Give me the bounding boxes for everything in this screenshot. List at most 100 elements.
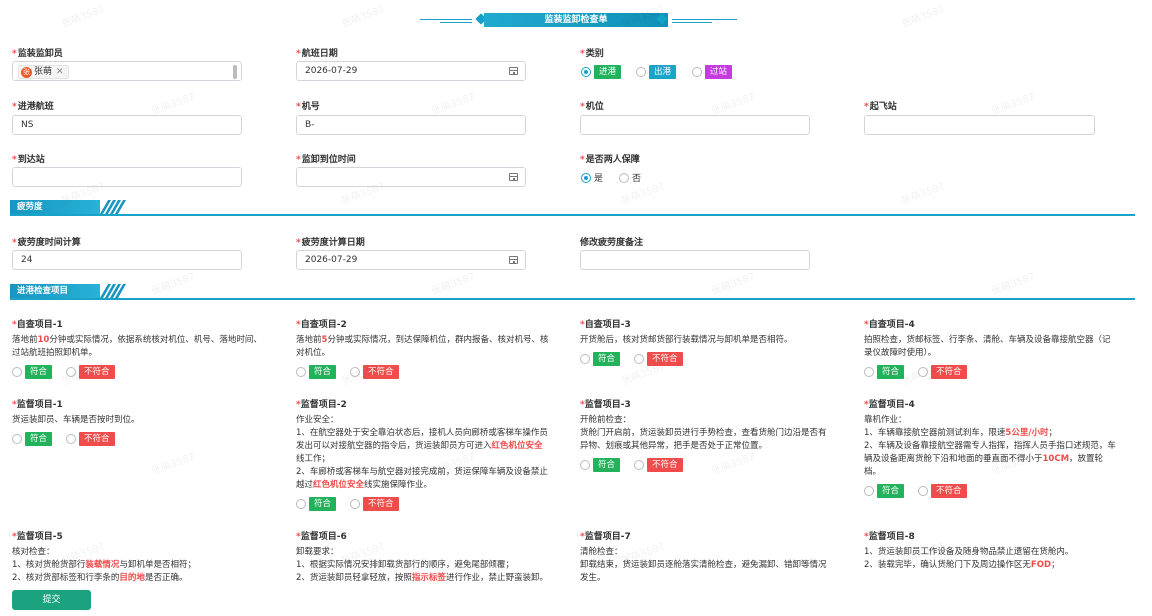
check-item-title: *监督项目-4 — [864, 400, 915, 410]
two-person-option-yes[interactable]: 是 — [581, 171, 603, 184]
fatigue-calc-value: 24 — [21, 255, 33, 265]
check-item-title: *监督项目-1 — [12, 400, 63, 410]
supervisor-label: *监装监卸员 — [12, 49, 63, 59]
calendar-icon[interactable] — [509, 256, 518, 264]
radio-icon[interactable] — [918, 367, 929, 377]
section-divider — [10, 214, 1135, 216]
check-item: *自查项目-1 落地前10分钟或实际情况，依据系统核对机位、机号、落地时间、 过站航… — [12, 317, 284, 379]
stand-input[interactable] — [580, 115, 810, 135]
stand-label: *机位 — [580, 102, 604, 112]
option-pass[interactable]: 符合 — [864, 365, 905, 379]
option-fail[interactable]: 不符合 — [66, 432, 115, 446]
radio-icon[interactable] — [12, 434, 22, 444]
description-line: 拍照检查，货邮标签、行李条、清舱、车辆及设备靠接航空器（记 — [864, 335, 1111, 345]
radio-icon[interactable] — [634, 354, 645, 364]
check-item-title: *自查项目-3 — [580, 320, 631, 330]
option-fail[interactable]: 不符合 — [918, 365, 967, 379]
option-fail[interactable]: 不符合 — [66, 365, 115, 379]
form-title-bar: 监装监卸检查单 — [0, 13, 1152, 27]
two-person-label: *是否两人保障 — [580, 155, 640, 165]
check-item-title: *监督项目-7 — [580, 532, 631, 542]
aircraft-input[interactable]: B- — [296, 115, 526, 135]
option-pass[interactable]: 符合 — [580, 352, 621, 366]
option-pass-chip: 符合 — [593, 458, 621, 472]
fatigue-remark-label: 修改疲劳度备注 — [580, 238, 644, 248]
check-item-title: *自查项目-4 — [864, 320, 915, 330]
option-pass-chip: 符合 — [877, 365, 905, 379]
radio-icon[interactable] — [296, 499, 306, 509]
description-line: 作业安全： — [296, 415, 339, 425]
radio-checked-icon[interactable] — [581, 172, 591, 183]
option-pass[interactable]: 符合 — [580, 458, 621, 472]
scrollbar[interactable] — [233, 65, 237, 79]
flight-date-value: 2026-07-29 — [305, 66, 358, 76]
option-fail-chip: 不符合 — [931, 484, 967, 498]
option-pass[interactable]: 符合 — [296, 365, 337, 379]
calendar-icon[interactable] — [509, 67, 518, 75]
flight-date-input[interactable]: 2026-07-29 — [296, 61, 526, 81]
radio-icon[interactable] — [864, 486, 874, 496]
check-item: *监督项目-3 开舱前检查： 货舱门开启前，货运装卸员进行手势检查，查看货舱门边沿是… — [580, 397, 852, 472]
description-line: 2、货运装卸员轻拿轻放，按照指示标签进行作业，禁止野蛮装卸。 — [296, 573, 548, 583]
option-pass[interactable]: 符合 — [296, 497, 337, 511]
radio-icon[interactable] — [619, 172, 629, 183]
origin-input[interactable] — [864, 115, 1095, 135]
option-pass-chip: 符合 — [25, 365, 53, 379]
description-line: 货运装卸员、车辆是否按时到位。 — [12, 415, 140, 425]
check-item-options: 符合 不符合 — [296, 365, 568, 379]
option-fail[interactable]: 不符合 — [634, 458, 683, 472]
radio-icon[interactable] — [580, 354, 590, 364]
radio-icon[interactable] — [350, 499, 361, 509]
check-item-title: *自查项目-2 — [296, 320, 347, 330]
description-line: 核对检查： — [12, 547, 55, 557]
option-pass[interactable]: 符合 — [12, 365, 53, 379]
close-icon[interactable]: ✕ — [56, 63, 64, 81]
description-line: 线工作； — [296, 454, 331, 464]
check-item: *监督项目-8 1、货运装卸员工作设备及随身物品禁止遗留在货舱内。 2、装载完毕，确… — [864, 529, 1132, 572]
category-option-inbound[interactable]: 进港 — [581, 65, 622, 79]
radio-icon[interactable] — [66, 367, 77, 377]
submit-button[interactable]: 提交 — [12, 590, 91, 610]
option-fail-chip: 不符合 — [647, 458, 683, 472]
inbound-flight-input[interactable]: NS — [12, 115, 242, 135]
fatigue-date-input[interactable]: 2026-07-29 — [296, 250, 526, 270]
option-fail[interactable]: 不符合 — [350, 365, 399, 379]
radio-icon[interactable] — [350, 367, 361, 377]
option-pass[interactable]: 符合 — [12, 432, 53, 446]
page-title: 监装监卸检查单 — [484, 13, 668, 27]
radio-icon[interactable] — [12, 367, 22, 377]
supervisor-select[interactable]: 张 张萌 ✕ — [12, 61, 242, 81]
arrival-input[interactable] — [12, 167, 242, 187]
radio-checked-icon[interactable] — [581, 67, 591, 77]
category-option-transit[interactable]: 过站 — [692, 65, 733, 79]
two-person-option-no[interactable]: 否 — [619, 171, 641, 184]
radio-icon[interactable] — [634, 460, 645, 470]
inbound-section-title: 进港检查项目 — [10, 284, 100, 298]
radio-icon[interactable] — [636, 67, 646, 77]
origin-label: *起飞站 — [864, 102, 897, 112]
calendar-icon[interactable] — [509, 173, 518, 181]
fatigue-remark-input[interactable] — [580, 250, 810, 270]
option-fail[interactable]: 不符合 — [918, 484, 967, 498]
description-line: 落地前10分钟或实际情况，依据系统核对机位、机号、落地时间、 — [12, 335, 262, 345]
radio-icon[interactable] — [66, 434, 77, 444]
description-line: 开货舱后，核对货邮货部行装载情况与卸机单是否相符。 — [580, 335, 793, 345]
radio-icon[interactable] — [864, 367, 874, 377]
description-line: 过站航班拍照卸机单。 — [12, 348, 98, 358]
two-person-no-label: 否 — [632, 174, 642, 184]
description-line: 1、根据实际情况安排卸载货部行的顺序，避免尾部倾覆； — [296, 560, 514, 570]
fatigue-calc-input[interactable]: 24 — [12, 250, 242, 270]
description-line: 2、车廊桥或客梯车与航空器对接完成前，货运保障车辆及设备禁止 — [296, 467, 548, 477]
title-right-line — [672, 19, 737, 20]
option-pass[interactable]: 符合 — [864, 484, 905, 498]
radio-icon[interactable] — [918, 486, 929, 496]
radio-icon[interactable] — [580, 460, 590, 470]
option-fail[interactable]: 不符合 — [634, 352, 683, 366]
description-line: 开舱前检查： — [580, 415, 632, 425]
radio-icon[interactable] — [692, 67, 702, 77]
check-item: *监督项目-2 作业安全： 1、在航空器处于安全靠泊状态后，接机人员向廊桥或客梯车操… — [296, 397, 568, 511]
arrive-time-input[interactable] — [296, 167, 526, 187]
radio-icon[interactable] — [296, 367, 306, 377]
category-option-outbound[interactable]: 出港 — [636, 65, 677, 79]
option-fail[interactable]: 不符合 — [350, 497, 399, 511]
